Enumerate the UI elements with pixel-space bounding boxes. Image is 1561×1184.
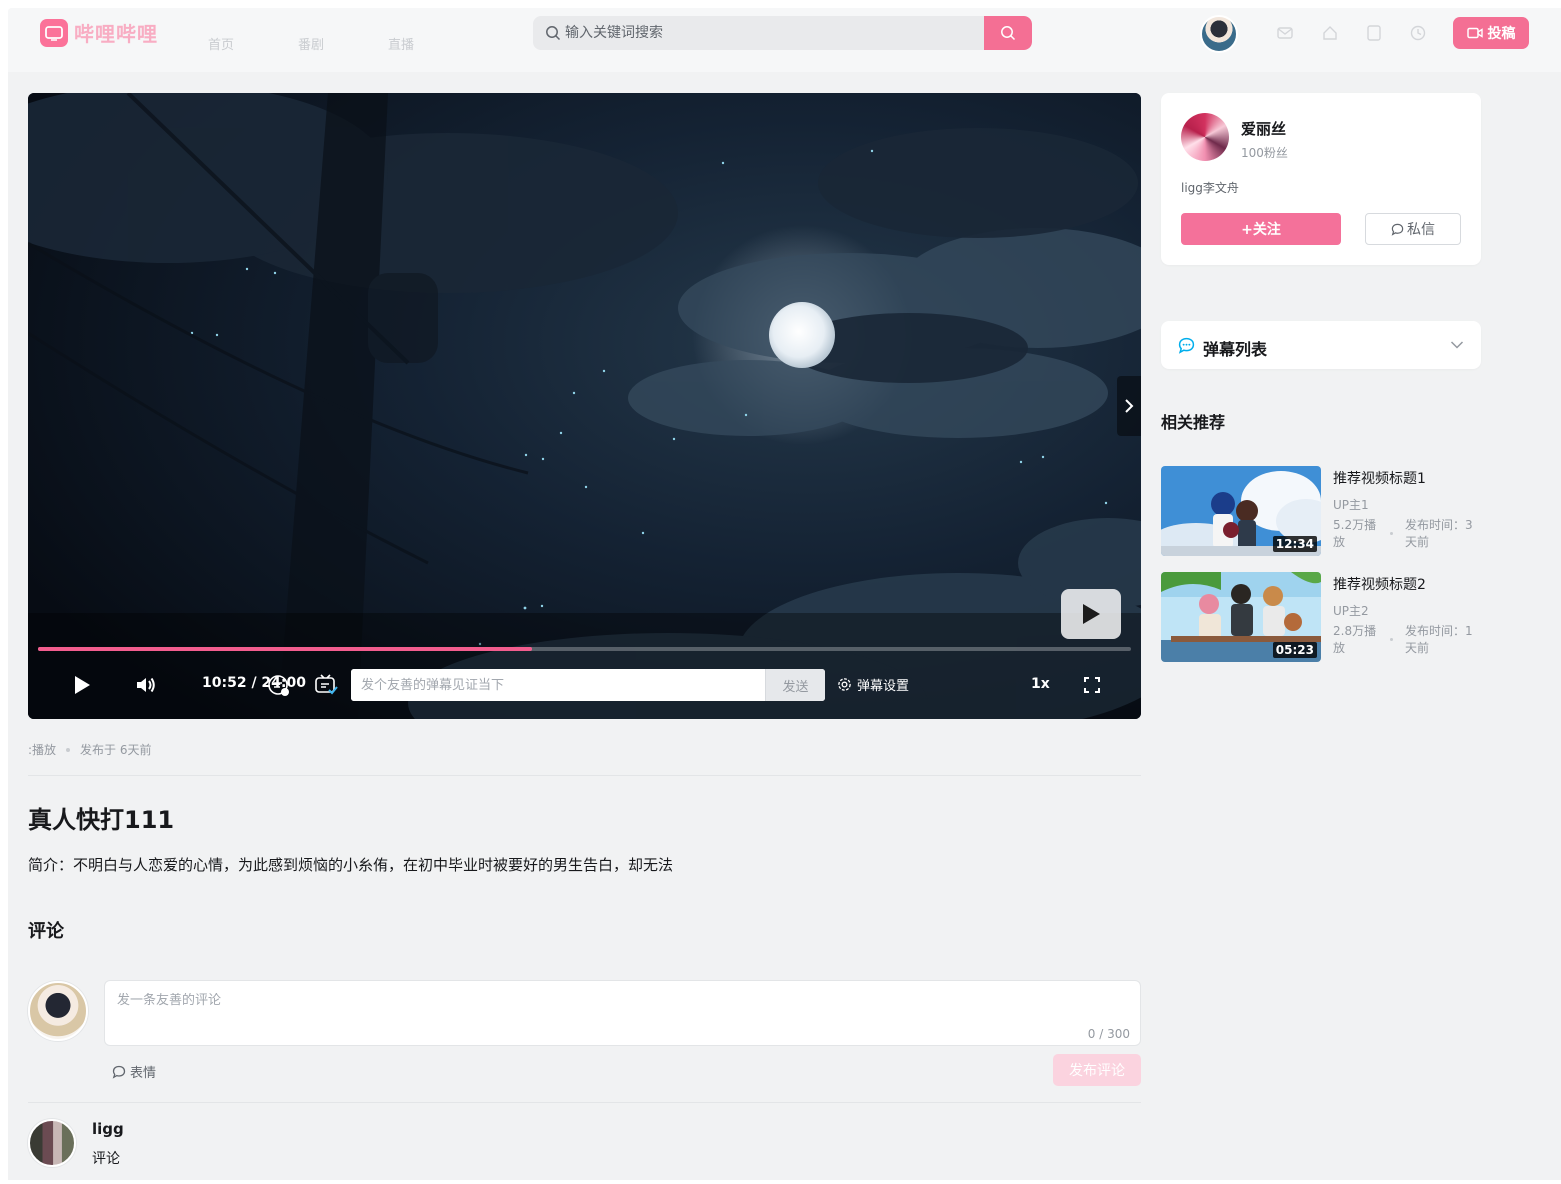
divider — [28, 1102, 1141, 1103]
related-thumbnail[interactable]: 12:34 — [1161, 466, 1321, 556]
related-plays: 2.8万播放 — [1333, 624, 1377, 655]
danmaku-list-label: 弹幕列表 — [1203, 340, 1268, 359]
page: 哔哩哔哩 首页 番剧 直播 投稿 — [8, 8, 1561, 1180]
danmaku-list-panel[interactable]: 弹幕列表 — [1161, 321, 1481, 369]
meta-separator — [1390, 638, 1393, 641]
related-date: 发布时间：3天前 — [1405, 518, 1473, 549]
video-description: 简介：不明白与人恋爱的心情，为此感到烦恼的小糸侑，在初中毕业时被要好的男生告白，… — [28, 856, 674, 874]
volume-button[interactable] — [132, 671, 160, 699]
related-plays: 5.2万播放 — [1333, 518, 1377, 549]
top-header: 哔哩哔哩 首页 番剧 直播 投稿 — [8, 8, 1561, 72]
meta-separator — [66, 747, 71, 752]
upload-label: 投稿 — [1487, 26, 1516, 42]
play-icon — [1083, 604, 1100, 624]
center-play-button[interactable] — [1061, 589, 1121, 639]
comments-heading: 评论 — [28, 921, 64, 942]
tv-logo-icon — [40, 18, 68, 47]
danmaku-settings-label: 弹幕设置 — [857, 679, 910, 694]
playback-speed-button[interactable]: 1x — [1031, 676, 1050, 692]
chat-bubble-icon — [1391, 223, 1404, 236]
logo-text: 哔哩哔哩 — [74, 22, 158, 46]
duration-badge: 05:23 — [1272, 642, 1317, 658]
related-video-card[interactable]: 12:34 推荐视频标题1 UP主1 5.2万播放 发布时间：3天前 — [1161, 466, 1491, 556]
danmaku-input-box: 发送 — [351, 669, 825, 701]
upload-button[interactable]: 投稿 — [1453, 17, 1529, 49]
related-thumbnail[interactable]: 05:23 — [1161, 572, 1321, 662]
related-heading: 相关推荐 — [1161, 413, 1226, 432]
chat-bubble-icon — [1178, 337, 1195, 354]
comment-editor[interactable]: 0 / 300 — [104, 980, 1141, 1046]
related-date: 发布时间：1天前 — [1405, 624, 1473, 655]
uploader-fans: 100粉丝 — [1241, 146, 1288, 160]
uploader-signature: ligg李文舟 — [1181, 181, 1239, 195]
related-uploader[interactable]: UP主1 — [1333, 496, 1369, 513]
video-frame — [28, 93, 1141, 719]
nav-home[interactable]: 首页 — [208, 34, 234, 53]
submit-comment-button[interactable]: 发布评论 — [1053, 1054, 1141, 1086]
video-player[interactable]: 10:52 / 24:00 发送 弹幕设置 1x — [28, 93, 1141, 719]
search-icon — [1001, 26, 1016, 41]
comment-username[interactable]: ligg — [92, 1120, 124, 1138]
follow-button[interactable]: +关注 — [1181, 213, 1341, 245]
danmaku-toggle-icon — [268, 675, 289, 696]
progress-bar[interactable] — [38, 647, 1131, 651]
emoji-button[interactable]: 表情 — [112, 1062, 156, 1081]
comment-text: 评论 — [92, 1151, 120, 1167]
nav-anime[interactable]: 番剧 — [298, 34, 324, 53]
comment-input[interactable] — [117, 993, 1017, 1008]
search-icon — [546, 26, 561, 41]
danmaku-toggle-button[interactable] — [264, 671, 292, 699]
avatar — [28, 981, 88, 1041]
duration-badge: 12:34 — [1272, 536, 1317, 552]
uploader-avatar[interactable] — [1181, 113, 1229, 161]
volume-icon — [137, 677, 155, 693]
bookmark-icon[interactable] — [1365, 24, 1383, 42]
play-button[interactable] — [68, 671, 96, 699]
search-input[interactable] — [565, 16, 985, 50]
user-avatar[interactable] — [1200, 15, 1238, 53]
home-icon[interactable] — [1321, 24, 1339, 42]
uploader-name[interactable]: 爱丽丝 — [1241, 118, 1286, 139]
video-meta: :播放 发布于 6天前 — [28, 741, 152, 758]
related-video-card[interactable]: 05:23 推荐视频标题2 UP主2 2.8万播放 发布时间：1天前 — [1161, 572, 1491, 662]
uploader-card: 爱丽丝 100粉丝 ligg李文舟 +关注 私信 — [1161, 93, 1481, 265]
play-count: :播放 — [28, 743, 57, 757]
related-title[interactable]: 推荐视频标题2 — [1333, 574, 1426, 594]
related-title[interactable]: 推荐视频标题1 — [1333, 468, 1426, 488]
emoji-label: 表情 — [130, 1066, 157, 1081]
danmaku-visibility-button[interactable] — [312, 671, 340, 699]
danmaku-settings-button[interactable]: 弹幕设置 — [837, 675, 909, 694]
chat-bubble-icon — [112, 1065, 126, 1079]
comment-avatar[interactable] — [28, 1119, 76, 1167]
char-count: 0 / 300 — [1087, 1027, 1130, 1041]
publish-time: 发布于 6天前 — [80, 743, 152, 757]
divider — [28, 775, 1141, 776]
video-camera-icon — [1466, 27, 1483, 39]
mail-icon[interactable] — [1276, 24, 1294, 42]
danmaku-input[interactable] — [351, 669, 763, 701]
message-label: 私信 — [1407, 222, 1435, 238]
progress-played — [38, 647, 533, 651]
search-button[interactable] — [984, 16, 1032, 50]
danmaku-toggle-icon — [315, 674, 338, 695]
video-title: 真人快打111 — [28, 806, 175, 834]
history-icon[interactable] — [1409, 24, 1427, 42]
related-uploader[interactable]: UP主2 — [1333, 602, 1369, 619]
message-button[interactable]: 私信 — [1365, 213, 1461, 245]
gear-icon — [838, 678, 851, 691]
nav-live[interactable]: 直播 — [388, 34, 414, 53]
meta-separator — [1390, 532, 1393, 535]
search-bar — [533, 16, 1032, 50]
danmaku-send-button[interactable]: 发送 — [765, 669, 825, 701]
site-logo[interactable]: 哔哩哔哩 — [40, 18, 158, 47]
chevron-down-icon — [1450, 341, 1464, 349]
fullscreen-button[interactable] — [1078, 671, 1106, 699]
chevron-right-icon — [1125, 399, 1134, 413]
fullscreen-icon — [1084, 677, 1100, 693]
sidebar-toggle-button[interactable] — [1117, 376, 1141, 436]
play-icon — [75, 676, 90, 694]
